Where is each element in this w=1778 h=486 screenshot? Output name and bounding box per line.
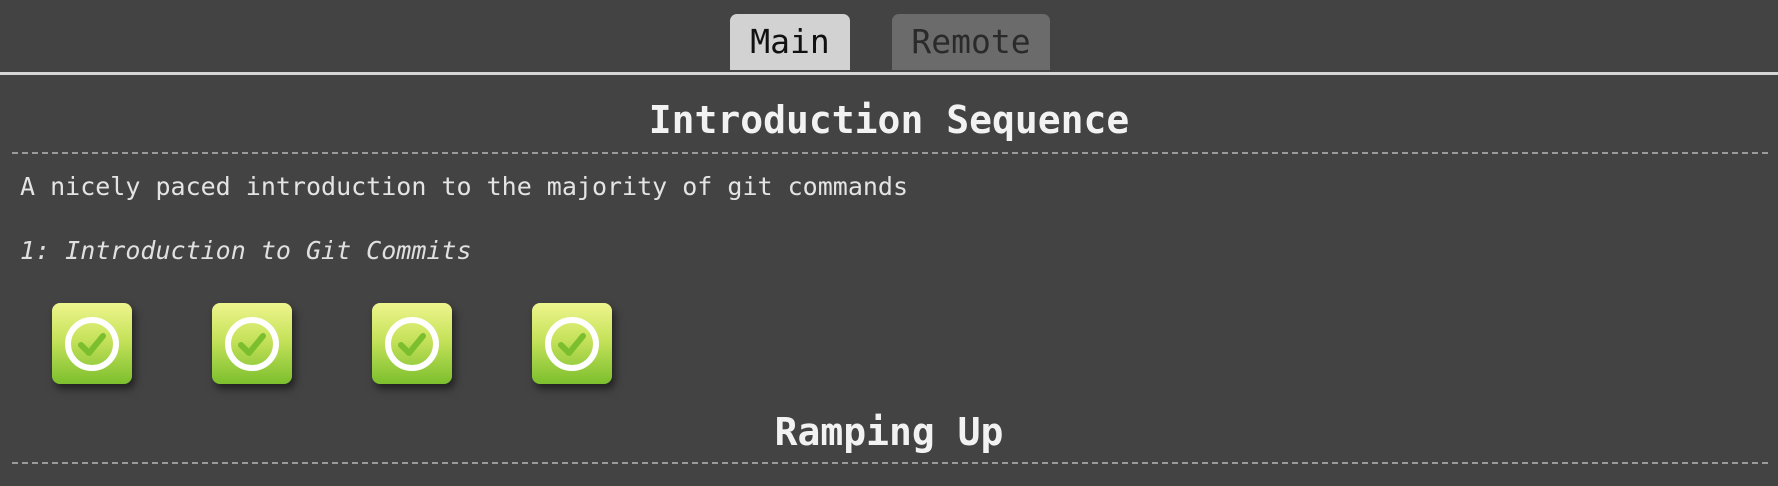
tab-remote[interactable]: Remote [892,14,1050,70]
section-title-introduction-sequence: Introduction Sequence [648,98,1130,142]
level-name: 1: Introduction to Git Commits [20,236,472,265]
checkmark-circle-icon [225,317,279,371]
checkmark-circle-icon [65,317,119,371]
tab-main[interactable]: Main [730,14,850,70]
section-divider [12,462,1768,464]
section-title-ramping-up: Ramping Up [774,410,1004,454]
level-button-3[interactable] [372,303,452,384]
level-button-2[interactable] [212,303,292,384]
level-button-1[interactable] [52,303,132,384]
section-description: A nicely paced introduction to the major… [20,172,909,201]
section-divider [12,152,1768,154]
checkmark-circle-icon [385,317,439,371]
tab-bar: Main Remote [0,0,1778,75]
level-button-4[interactable] [532,303,612,384]
checkmark-circle-icon [545,317,599,371]
